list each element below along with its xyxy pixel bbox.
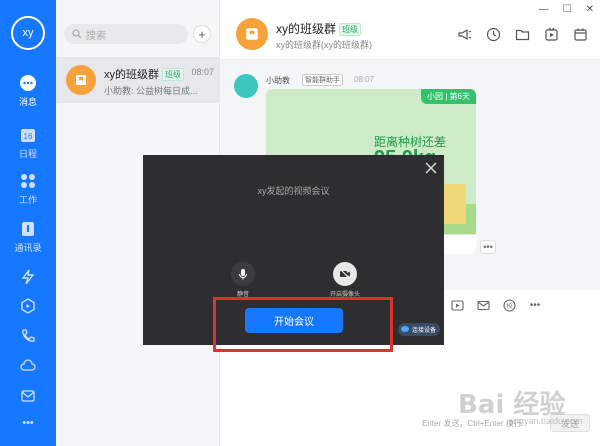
video-icon[interactable] [450, 298, 464, 312]
chat-bubble-icon [19, 74, 37, 92]
rail-label-work: 工作 [18, 195, 37, 205]
more-icon[interactable]: ••• [528, 298, 542, 312]
mail-icon[interactable] [476, 298, 490, 312]
mute-toggle[interactable]: 静音 [223, 262, 263, 298]
message-more-button[interactable]: ••• [480, 240, 496, 254]
close-window-icon[interactable]: ✕ [586, 4, 594, 15]
grid-apps-icon [19, 172, 37, 190]
rail-item-more[interactable]: ••• [0, 417, 56, 429]
close-icon [425, 162, 437, 174]
school-icon[interactable]: 校 [502, 298, 516, 312]
message-time: 08:07 [354, 75, 375, 84]
watermark-url: jingyan.baidu.com [510, 416, 583, 426]
conversation-item[interactable]: xy的班级群 班级 08:07 小助教: 公益树每日成... [56, 57, 220, 103]
window-controls: — ☐ ✕ [539, 4, 594, 15]
flag-icon [76, 75, 86, 85]
rail-label-messages: 消息 [18, 97, 37, 107]
add-button[interactable]: + [193, 25, 211, 43]
announcement-icon[interactable] [457, 27, 472, 42]
conversation-time: 08:07 [191, 67, 214, 77]
modal-title: xy发起的视频会议 [257, 186, 330, 196]
rail-item-contacts[interactable]: 通讯录 [0, 220, 56, 254]
chat-subtitle: xy的班级群(xy的班级群) [276, 40, 372, 50]
more-icon: ••• [22, 417, 34, 429]
left-nav-rail: xy 消息 16 日程 工作 通讯录 ••• [0, 0, 56, 446]
rail-item-lightning[interactable] [0, 268, 56, 289]
rail-item-messages[interactable]: 消息 [0, 74, 56, 108]
maximize-icon[interactable]: ☐ [563, 4, 572, 15]
rail-item-phone[interactable] [0, 327, 56, 348]
conversation-name-text: xy的班级群 [104, 69, 159, 81]
rail-item-calendar[interactable]: 16 日程 [0, 126, 56, 160]
chat-group-avatar[interactable] [236, 18, 268, 50]
chat-title: xy的班级群 班级 [276, 20, 362, 37]
calendar-icon: 16 [19, 126, 37, 144]
svg-text:16: 16 [24, 132, 33, 141]
chat-header-actions [457, 27, 588, 42]
mail-icon [19, 387, 37, 405]
bot-avatar [234, 74, 258, 98]
conversation-preview: 小助教: 公益树每日成... [104, 86, 198, 96]
cloud-icon [19, 357, 37, 375]
plus-icon: + [198, 26, 206, 42]
search-input[interactable]: 搜索 [64, 24, 188, 44]
rail-item-cloud[interactable] [0, 357, 56, 378]
sender-tag: 智能群助手 [302, 74, 343, 86]
contacts-icon [19, 220, 37, 238]
rail-item-mail[interactable] [0, 387, 56, 408]
conversation-name: xy的班级群 班级 [104, 66, 184, 82]
card-badge: 小园 | 第6天 [421, 89, 476, 104]
video-play-icon[interactable] [544, 27, 559, 42]
search-placeholder: 搜索 [86, 30, 106, 42]
class-tag: 班级 [162, 68, 184, 81]
search-icon [72, 29, 82, 39]
camera-off-icon [333, 262, 357, 286]
minimize-icon[interactable]: — [539, 4, 549, 15]
chat-class-tag: 班级 [339, 23, 362, 36]
flag-icon [246, 28, 258, 40]
microphone-icon [231, 262, 255, 286]
hexagon-icon [19, 297, 37, 315]
mute-label: 静音 [236, 292, 249, 298]
video-meeting-modal: xy发起的视频会议 静音 开启摄像头 开始会议 连接设备 [143, 155, 444, 345]
my-avatar[interactable]: xy [11, 16, 45, 50]
modal-close-button[interactable] [424, 161, 438, 175]
rail-item-work[interactable]: 工作 [0, 172, 56, 206]
rail-item-hexagon[interactable] [0, 297, 56, 318]
clock-icon[interactable] [486, 27, 501, 42]
message-sender: 小助教 [266, 76, 290, 85]
rail-label-contacts: 通讯录 [14, 243, 42, 253]
calendar-group-icon[interactable] [573, 27, 588, 42]
camera-label: 开启摄像头 [329, 292, 360, 298]
lightning-icon [19, 268, 37, 286]
camera-toggle[interactable]: 开启摄像头 [325, 262, 365, 298]
chat-title-text: xy的班级群 [276, 22, 337, 36]
group-avatar [66, 65, 96, 95]
start-meeting-button[interactable]: 开始会议 [245, 308, 343, 333]
folder-icon[interactable] [515, 27, 530, 42]
svg-text:校: 校 [506, 302, 512, 310]
rail-label-calendar: 日程 [18, 149, 37, 159]
phone-icon [19, 327, 37, 345]
connect-device-button[interactable]: 连接设备 [397, 323, 440, 336]
